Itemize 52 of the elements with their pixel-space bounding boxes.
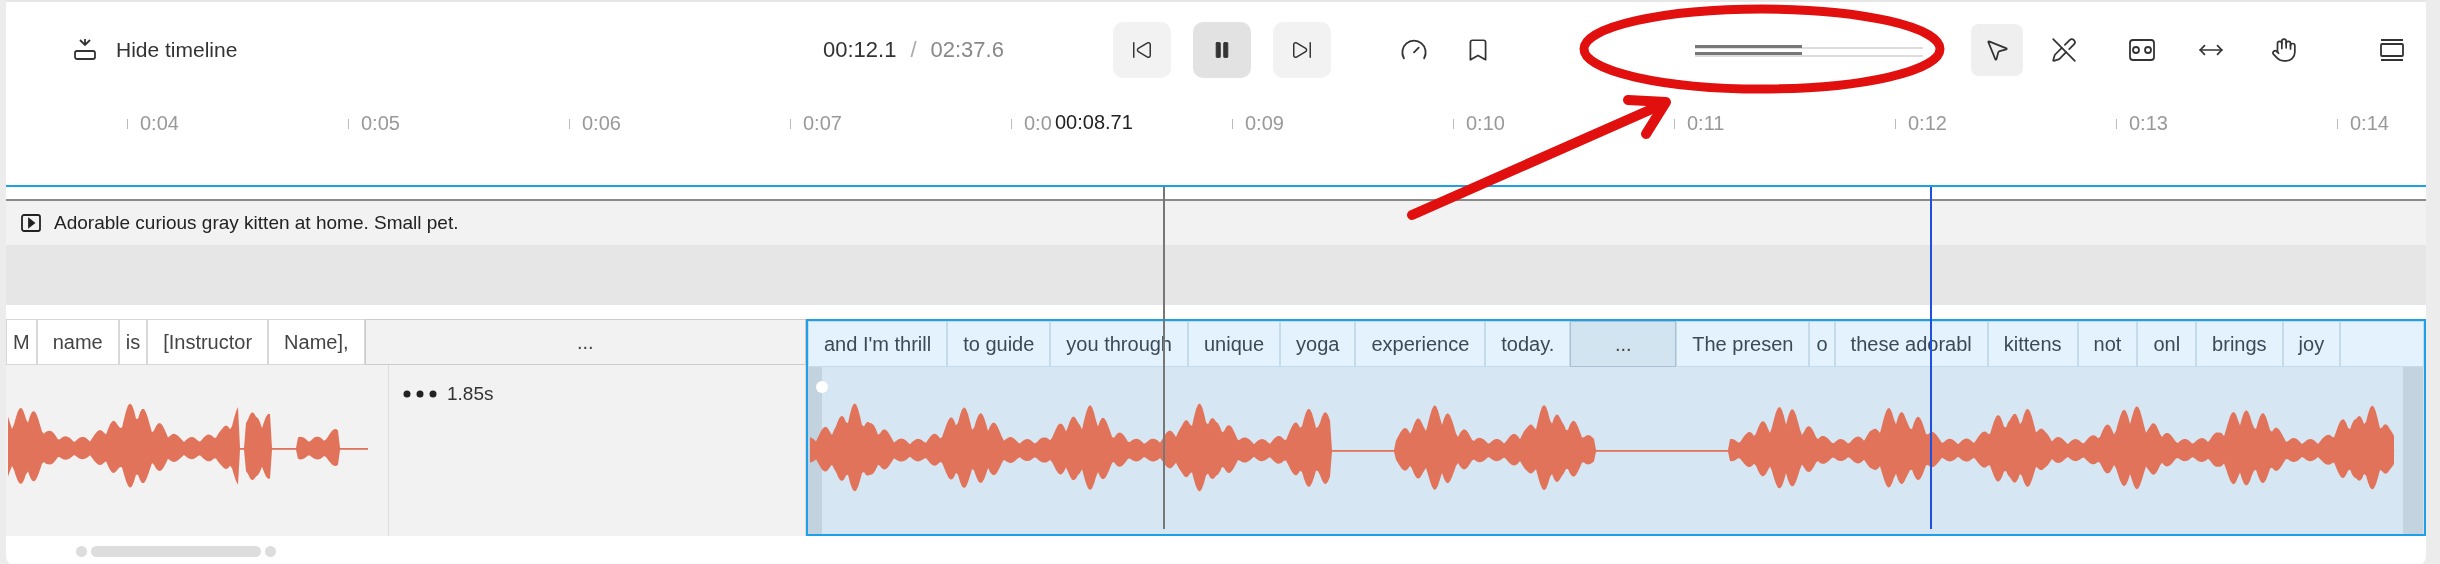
- word-chip[interactable]: Name],: [268, 319, 365, 365]
- ruler-label: 0:0: [1024, 112, 1052, 135]
- word-chip[interactable]: brings: [2196, 321, 2283, 367]
- gap-segment[interactable]: ...: [364, 319, 806, 365]
- word-chip[interactable]: not: [2077, 321, 2138, 367]
- word-chip[interactable]: onl: [2137, 321, 2197, 367]
- ruler-label: 0:07: [803, 112, 842, 135]
- hand-icon: [2271, 36, 2297, 63]
- word-chip[interactable]: yoga: [1280, 321, 1356, 367]
- ruler-label: 0:14: [2350, 112, 2389, 135]
- video-icon: [20, 213, 42, 233]
- hide-timeline-button[interactable]: Hide timeline: [68, 32, 278, 67]
- ruler-label: 0:10: [1466, 112, 1505, 135]
- pen-off-icon: [2051, 36, 2077, 63]
- word-chip[interactable]: kittens: [1987, 321, 2078, 367]
- ruler-label: 0:12: [1908, 112, 1947, 135]
- word-chip[interactable]: unique: [1188, 321, 1281, 367]
- ruler-label: 0:13: [2129, 112, 2168, 135]
- tool-button[interactable]: [1971, 23, 2023, 76]
- word-chip[interactable]: and I'm thrill: [808, 321, 948, 367]
- ruler-label: 0:09: [1245, 112, 1284, 135]
- time-separator: /: [910, 36, 917, 63]
- pause-duration: 1.85s: [447, 383, 494, 405]
- pause-clip[interactable]: 1.85s: [389, 365, 806, 536]
- word-chip[interactable]: joy: [2282, 321, 2341, 367]
- word-chip[interactable]: The presen: [1676, 321, 1810, 367]
- trim-handle[interactable]: [2403, 367, 2423, 534]
- panel-icon: [2378, 36, 2406, 63]
- ruler-label: 0:06: [582, 112, 621, 135]
- current-time: 00:12.1: [823, 36, 897, 63]
- gap-segment[interactable]: ...: [1570, 321, 1677, 367]
- word-chip[interactable]: name: [36, 319, 119, 365]
- word-chip[interactable]: M: [6, 319, 37, 365]
- previous-button[interactable]: [1113, 21, 1171, 78]
- duration: 02:37.6: [930, 36, 1004, 63]
- ruler-label: 0:11: [1687, 112, 1725, 135]
- word-chip[interactable]: o: [1809, 321, 1835, 367]
- next-button[interactable]: [1273, 21, 1331, 78]
- tray-icon: [72, 36, 98, 63]
- word-chip[interactable]: today.: [1485, 321, 1571, 367]
- word-chip[interactable]: is: [118, 319, 148, 365]
- ruler-label: 0:05: [361, 112, 400, 135]
- dots-icon: [403, 390, 437, 398]
- caption-text: Adorable curious gray kitten at home. Small pet.: [54, 212, 459, 234]
- word-chip[interactable]: experience: [1355, 321, 1486, 367]
- word-chip[interactable]: to guide: [947, 321, 1051, 367]
- word-chip[interactable]: [Instructor: [147, 319, 269, 365]
- caption-track[interactable]: Adorable curious gray kitten at home. Small pet.: [6, 199, 2426, 245]
- pause-button[interactable]: [1193, 21, 1251, 78]
- zoom-slider[interactable]: [1695, 44, 1923, 55]
- ruler-label: 0:04: [140, 112, 179, 135]
- clip-icon: [2127, 36, 2157, 63]
